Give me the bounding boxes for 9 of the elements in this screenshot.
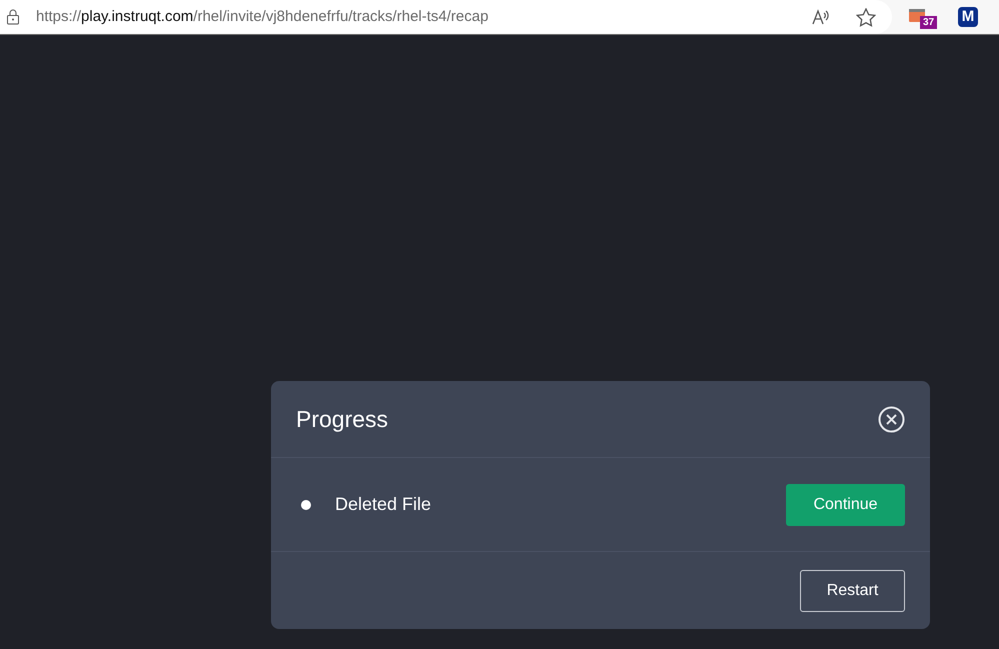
close-icon[interactable] <box>878 406 905 432</box>
restart-button[interactable]: Restart <box>800 570 905 612</box>
step-label: Deleted File <box>335 493 432 516</box>
lock-icon[interactable] <box>6 9 20 25</box>
star-icon[interactable] <box>856 8 876 26</box>
step-bullet <box>301 500 311 510</box>
notification-count: 37 <box>920 16 938 29</box>
dialog-title: Progress <box>296 404 388 434</box>
profile-extension-logo[interactable]: M <box>958 7 978 27</box>
